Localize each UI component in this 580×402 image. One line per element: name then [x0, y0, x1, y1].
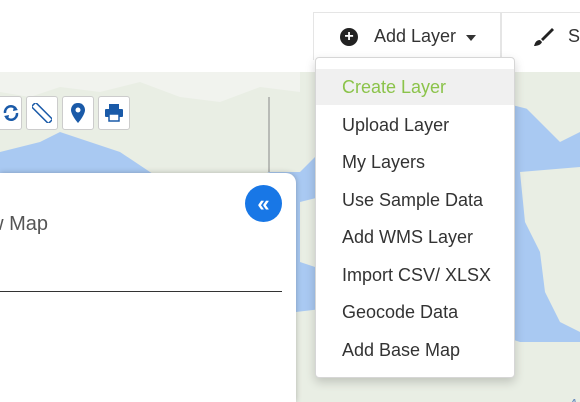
panel-divider	[0, 291, 282, 292]
double-chevron-left-icon: «	[257, 190, 270, 216]
refresh-icon	[3, 105, 18, 121]
add-layer-dropdown: Create Layer Upload Layer My Layers Use …	[315, 57, 515, 378]
menu-item-create-layer[interactable]: Create Layer	[316, 69, 514, 105]
caret-down-icon	[466, 34, 477, 41]
measure-tool[interactable]	[26, 96, 58, 130]
add-layer-button[interactable]: + Add Layer	[313, 12, 501, 60]
menu-item-import-csv-xlsx[interactable]: Import CSV/ XLSX	[316, 257, 514, 293]
panel-title: ew Map	[0, 213, 49, 235]
ruler-icon	[32, 103, 52, 123]
add-layer-label: Add Layer	[374, 26, 457, 46]
map-marker-icon	[71, 103, 85, 123]
plus-circle-icon: +	[340, 27, 358, 46]
style-label: S	[568, 26, 580, 46]
menu-item-add-wms-layer[interactable]: Add WMS Layer	[316, 219, 514, 255]
refresh-tool[interactable]	[0, 96, 22, 130]
map-tools	[0, 96, 134, 134]
print-icon	[105, 104, 123, 122]
paintbrush-icon	[534, 27, 554, 46]
menu-item-upload-layer[interactable]: Upload Layer	[316, 107, 514, 143]
collapse-panel-button[interactable]: «	[245, 185, 282, 222]
ocean-label: A	[569, 396, 578, 402]
menu-item-add-base-map[interactable]: Add Base Map	[316, 332, 514, 368]
menu-item-use-sample-data[interactable]: Use Sample Data	[316, 182, 514, 218]
marker-tool[interactable]	[62, 96, 94, 130]
print-tool[interactable]	[98, 96, 130, 130]
style-button[interactable]: S	[501, 12, 580, 60]
menu-item-geocode-data[interactable]: Geocode Data	[316, 294, 514, 330]
menu-item-my-layers[interactable]: My Layers	[316, 144, 514, 180]
